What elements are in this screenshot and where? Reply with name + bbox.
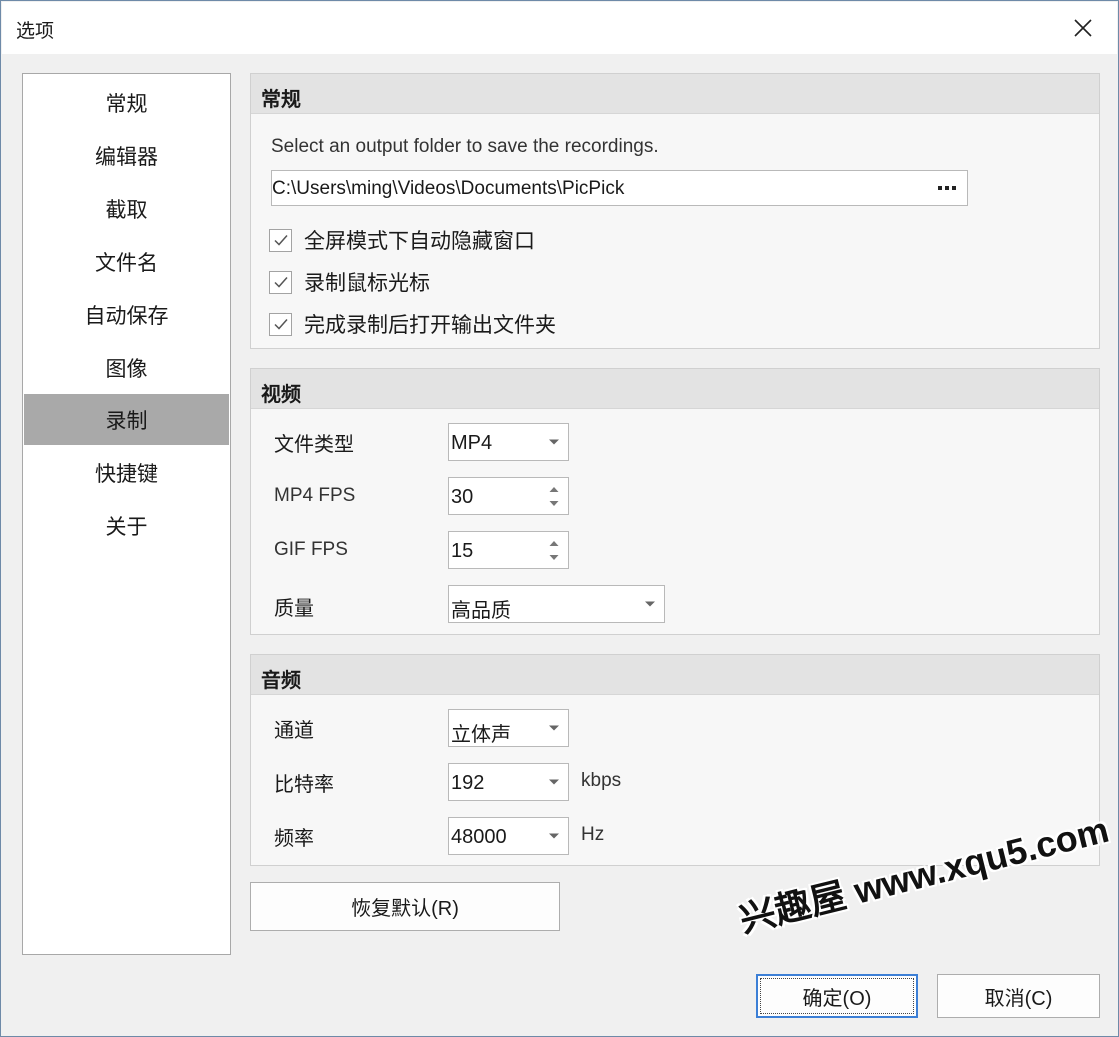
quality-select[interactable]: 高品质	[448, 585, 665, 623]
sidebar-item-label: 录制	[105, 409, 148, 433]
sidebar-item-capture[interactable]: 截取	[24, 183, 229, 234]
frequency-label: 频率	[274, 828, 314, 850]
sidebar-item-filename[interactable]: 文件名	[24, 236, 229, 287]
close-icon	[1074, 19, 1092, 37]
options-dialog: 选项 常规 编辑器 截取 文件名 自动保存 图像 录制 快捷键 关于 常规 Se…	[0, 0, 1119, 1037]
folder-prompt: Select an output folder to save the reco…	[271, 136, 659, 157]
sidebar-item-recording[interactable]: 录制	[24, 394, 229, 445]
sidebar-item-label: 编辑器	[95, 145, 158, 169]
channel-value: 立体声	[451, 724, 511, 746]
group-header-audio: 音频	[251, 655, 1099, 695]
ok-button[interactable]: 确定(O)	[756, 974, 918, 1018]
checkmark-icon	[273, 277, 288, 288]
quality-value: 高品质	[451, 600, 511, 622]
sidebar-item-autosave[interactable]: 自动保存	[24, 289, 229, 340]
cancel-button[interactable]: 取消(C)	[937, 974, 1100, 1018]
check-label: 全屏模式下自动隐藏窗口	[304, 230, 535, 253]
more-dots-icon	[938, 186, 956, 190]
check-open-folder-after[interactable]: 完成录制后打开输出文件夹	[269, 310, 556, 338]
increment-button[interactable]	[546, 536, 562, 550]
sidebar-item-about[interactable]: 关于	[24, 500, 229, 551]
checkmark-icon	[273, 319, 288, 330]
chevron-down-icon	[645, 601, 655, 607]
bitrate-value: 192	[451, 772, 485, 794]
arrow-up-icon	[549, 486, 559, 492]
restore-defaults-button[interactable]: 恢复默认(R)	[250, 882, 560, 931]
video-group: 视频 文件类型 MP4 MP4 FPS 30 GIF FPS 15 质量 高品质	[250, 368, 1100, 635]
output-folder-field[interactable]: C:\Users\ming\Videos\Documents\PicPick	[271, 170, 968, 206]
chevron-down-icon	[549, 725, 559, 731]
checkmark-icon	[273, 235, 288, 246]
check-autohide-fullscreen[interactable]: 全屏模式下自动隐藏窗口	[269, 226, 535, 254]
channel-select[interactable]: 立体声	[448, 709, 569, 747]
sidebar-item-label: 关于	[105, 515, 148, 539]
sidebar-item-label: 图像	[105, 357, 148, 381]
sidebar-item-image[interactable]: 图像	[24, 342, 229, 393]
chevron-down-icon	[549, 833, 559, 839]
close-button[interactable]	[1063, 8, 1103, 48]
mp4-fps-stepper[interactable]: 30	[448, 477, 569, 515]
channel-label: 通道	[274, 720, 314, 742]
gif-fps-value: 15	[451, 540, 474, 562]
file-type-label: 文件类型	[274, 434, 354, 456]
mp4-fps-label: MP4 FPS	[274, 485, 356, 506]
sidebar-item-label: 文件名	[95, 251, 158, 275]
general-group: 常规 Select an output folder to save the r…	[250, 73, 1100, 349]
sidebar-item-label: 快捷键	[95, 462, 158, 486]
frequency-unit: Hz	[581, 824, 605, 845]
audio-group: 音频 通道 立体声 比特率 192 kbps 频率 48000 Hz	[250, 654, 1100, 866]
group-header-general: 常规	[251, 74, 1099, 114]
file-type-select[interactable]: MP4	[448, 423, 569, 461]
gif-fps-stepper[interactable]: 15	[448, 531, 569, 569]
file-type-value: MP4	[451, 432, 493, 454]
sidebar-item-editor[interactable]: 编辑器	[24, 130, 229, 181]
check-label: 录制鼠标光标	[304, 272, 430, 295]
category-sidebar: 常规 编辑器 截取 文件名 自动保存 图像 录制 快捷键 关于	[22, 73, 231, 955]
bitrate-label: 比特率	[274, 774, 334, 796]
checkbox[interactable]	[269, 228, 292, 252]
mp4-fps-value: 30	[451, 486, 474, 508]
frequency-value: 48000	[451, 826, 507, 848]
arrow-down-icon	[549, 554, 559, 560]
sidebar-item-label: 自动保存	[84, 304, 169, 328]
decrement-button[interactable]	[546, 550, 562, 564]
arrow-down-icon	[549, 500, 559, 506]
checkbox[interactable]	[269, 312, 292, 336]
title-bar: 选项	[2, 2, 1117, 54]
gif-fps-label: GIF FPS	[274, 539, 348, 560]
bitrate-unit: kbps	[581, 770, 622, 791]
chevron-down-icon	[549, 779, 559, 785]
increment-button[interactable]	[546, 482, 562, 496]
chevron-down-icon	[549, 439, 559, 445]
checkbox[interactable]	[269, 270, 292, 294]
output-folder-value: C:\Users\ming\Videos\Documents\PicPick	[272, 178, 625, 199]
bitrate-select[interactable]: 192	[448, 763, 569, 801]
group-header-video: 视频	[251, 369, 1099, 409]
browse-button[interactable]	[935, 176, 959, 200]
sidebar-item-label: 常规	[105, 92, 148, 116]
check-record-cursor[interactable]: 录制鼠标光标	[269, 268, 430, 296]
quality-label: 质量	[274, 598, 314, 620]
sidebar-item-hotkeys[interactable]: 快捷键	[24, 447, 229, 498]
sidebar-item-general[interactable]: 常规	[24, 77, 229, 128]
window-title: 选项	[16, 21, 55, 42]
sidebar-item-label: 截取	[105, 198, 148, 222]
arrow-up-icon	[549, 540, 559, 546]
decrement-button[interactable]	[546, 496, 562, 510]
frequency-select[interactable]: 48000	[448, 817, 569, 855]
check-label: 完成录制后打开输出文件夹	[304, 314, 556, 337]
